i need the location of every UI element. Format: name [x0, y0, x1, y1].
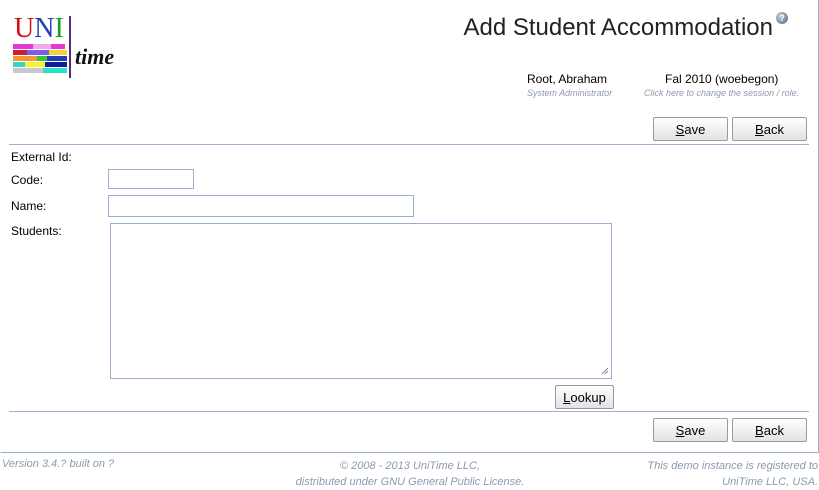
code-label: Code:: [11, 173, 44, 187]
logo-uni-text: UNI: [14, 13, 64, 44]
save-button-top[interactable]: Save: [653, 117, 728, 141]
back-button-bottom[interactable]: Back: [732, 418, 807, 442]
footer-divider: [9, 411, 809, 412]
back-button-top[interactable]: Back: [732, 117, 807, 141]
session-name[interactable]: Fal 2010 (woebegon): [665, 72, 778, 86]
version-text: Version 3.4.? built on ?: [2, 458, 115, 470]
name-input[interactable]: [108, 195, 414, 217]
help-icon[interactable]: ?: [776, 12, 788, 24]
registration-text[interactable]: This demo instance is registered to UniT…: [598, 458, 818, 490]
name-label: Name:: [11, 199, 47, 213]
logo-time-text: time: [75, 44, 115, 69]
copyright-text[interactable]: © 2008 - 2013 UniTime LLC, distributed u…: [270, 458, 550, 490]
header-divider: [9, 144, 809, 145]
copyright-line-2[interactable]: distributed under GNU General Public Lic…: [270, 474, 550, 490]
logo-timetable-graphic: [13, 44, 68, 76]
copyright-line-1[interactable]: © 2008 - 2013 UniTime LLC,: [270, 458, 550, 474]
save-button-bottom[interactable]: Save: [653, 418, 728, 442]
students-textarea[interactable]: [110, 223, 612, 379]
code-input[interactable]: [108, 169, 194, 189]
user-name[interactable]: Root, Abraham: [527, 72, 607, 86]
registration-line-2[interactable]: UniTime LLC, USA.: [598, 474, 818, 490]
session-change-hint[interactable]: Click here to change the session / role.: [644, 88, 799, 98]
unitime-logo[interactable]: UNI time: [12, 14, 122, 80]
page-title: Add Student Accommodation: [463, 14, 773, 41]
external-id-label: External Id:: [11, 150, 72, 164]
resize-grip-icon[interactable]: [601, 367, 609, 375]
students-label: Students:: [11, 224, 62, 238]
logo-divider-bar: [69, 16, 71, 78]
registration-line-1[interactable]: This demo instance is registered to: [598, 458, 818, 474]
lookup-button[interactable]: Lookup: [555, 385, 614, 409]
user-role[interactable]: System Administrator: [527, 88, 612, 98]
